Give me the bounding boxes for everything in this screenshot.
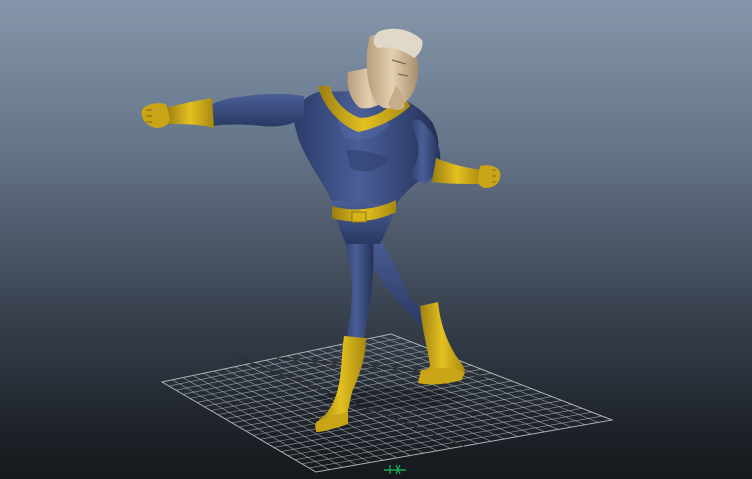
right-arm <box>408 120 501 188</box>
3d-viewport[interactable] <box>0 0 752 479</box>
viewport-canvas[interactable] <box>0 0 752 479</box>
axis-gizmo <box>384 464 406 475</box>
head <box>347 28 423 111</box>
left-arm <box>141 93 304 128</box>
